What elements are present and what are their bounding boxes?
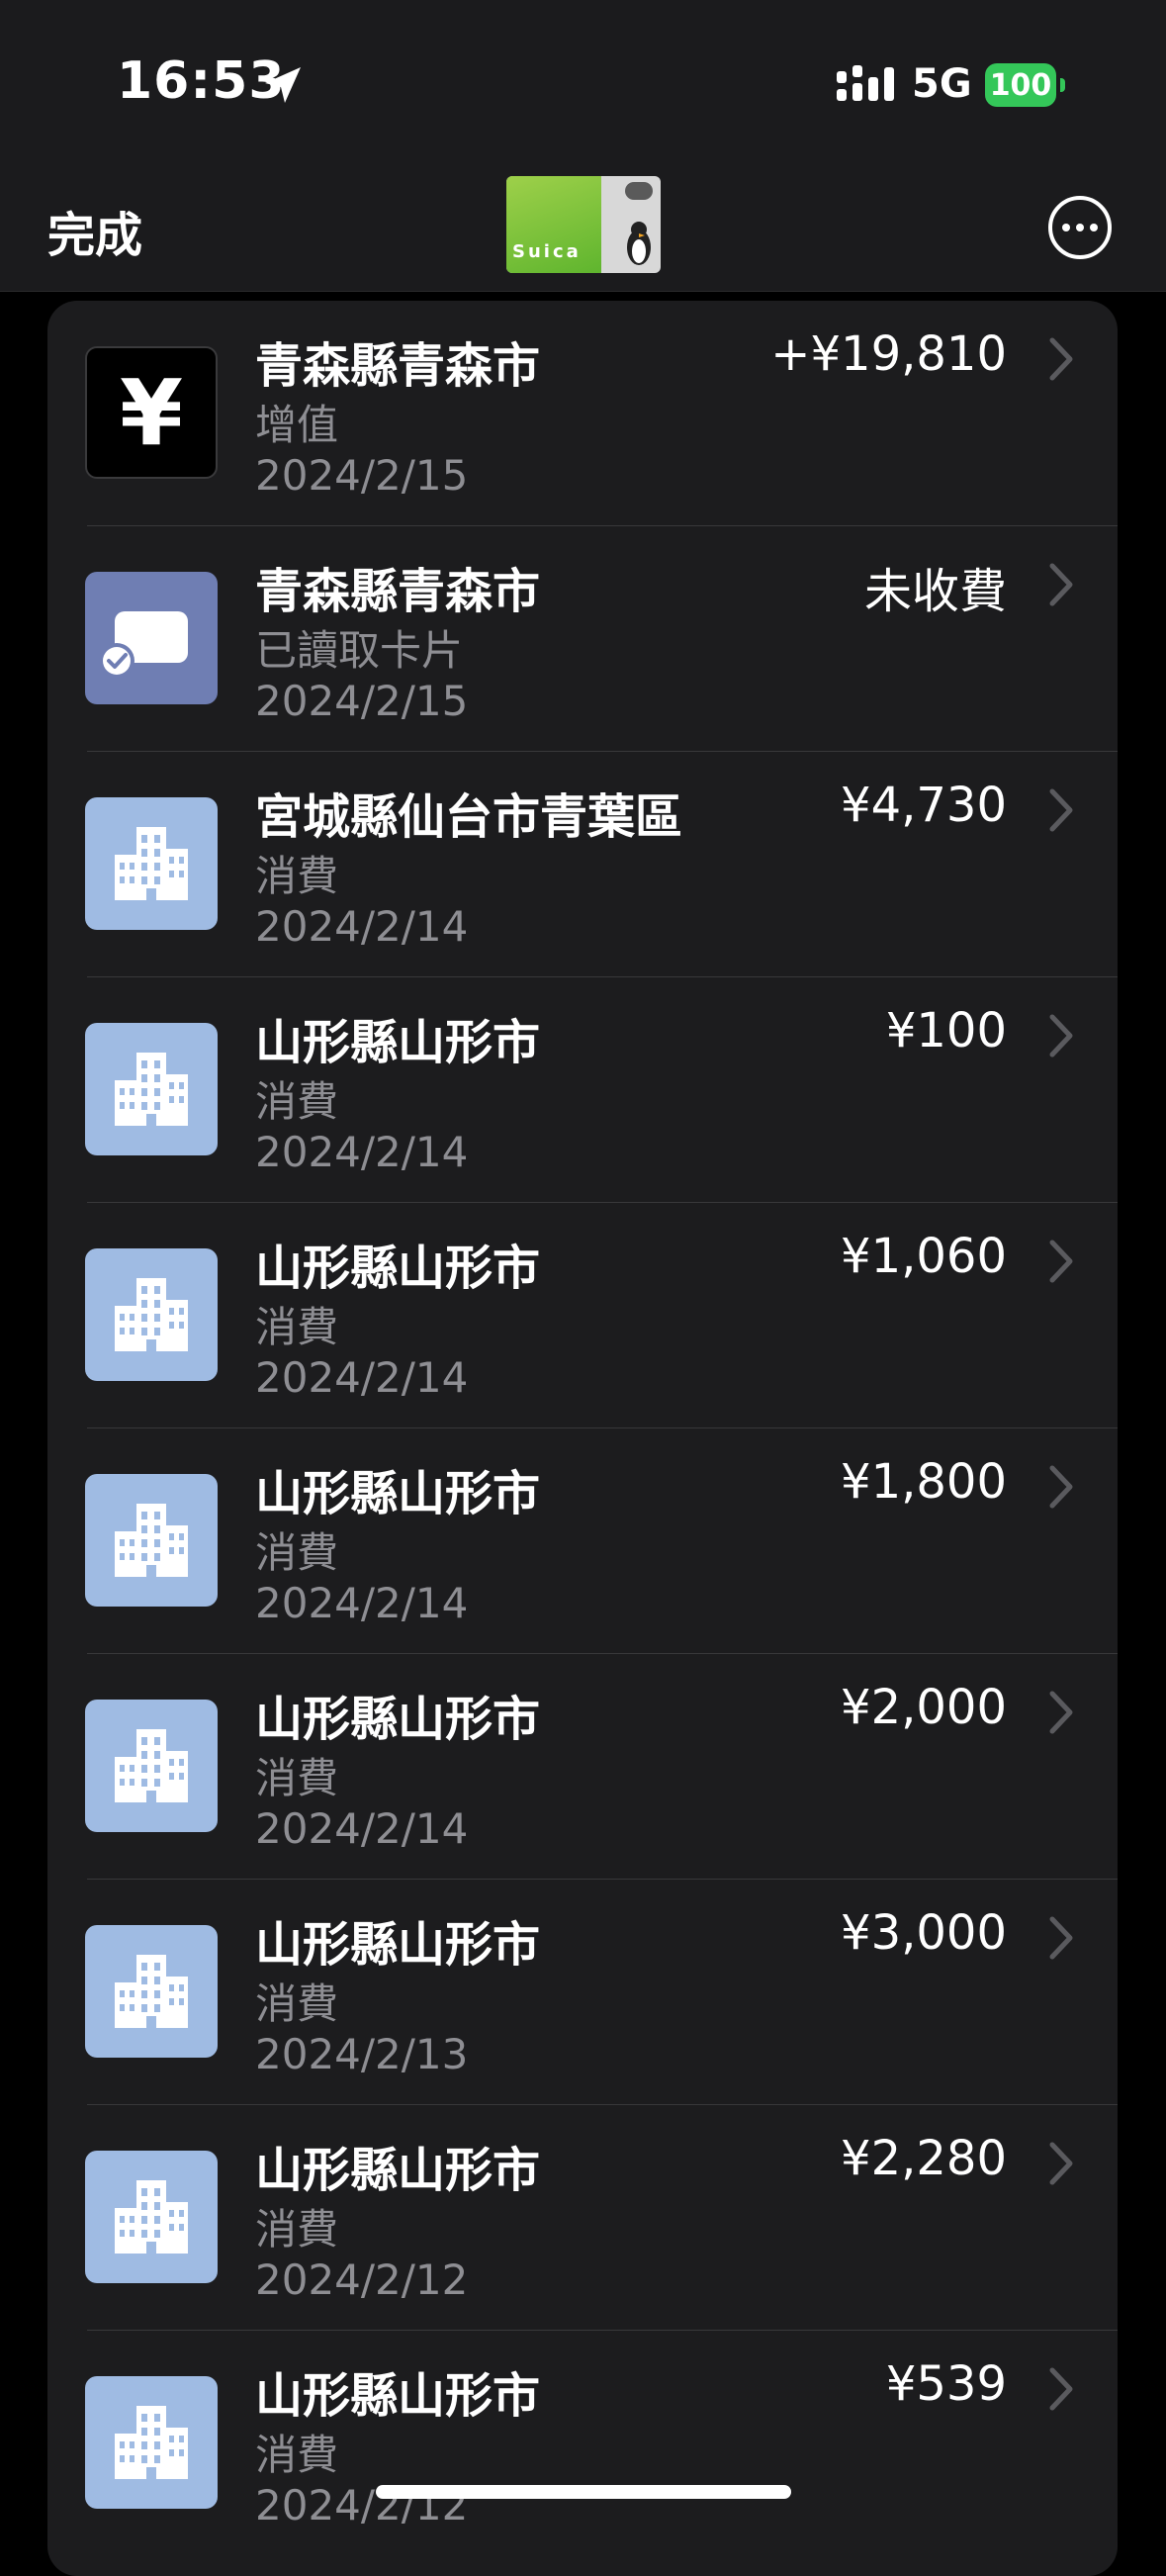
transaction-type: 已讀取卡片 bbox=[255, 626, 464, 675]
transaction-amount: ¥100 bbox=[885, 1003, 1007, 1058]
transaction-type: 消費 bbox=[255, 1754, 339, 1802]
transaction-type: 消費 bbox=[255, 2431, 339, 2479]
building-icon bbox=[85, 797, 218, 930]
transaction-type: 增值 bbox=[255, 401, 339, 449]
card-badge-icon bbox=[625, 182, 653, 200]
transaction-row[interactable]: 山形縣山形市 消費 2024/2/12 ¥539 bbox=[47, 2331, 1118, 2556]
building-icon bbox=[85, 1474, 218, 1607]
transaction-row[interactable]: 宮城縣仙台市青葉區消費 2024/2/14 ¥4,730 bbox=[47, 752, 1118, 977]
building-icon bbox=[85, 1023, 218, 1155]
transaction-date: 2024/2/14 bbox=[255, 1128, 469, 1176]
transaction-type: 消費 bbox=[255, 852, 339, 900]
transaction-row[interactable]: 山形縣山形市消費 2024/2/14 ¥2,000 bbox=[47, 1654, 1118, 1880]
transaction-row[interactable]: 青森縣青森市已讀取卡片 2024/2/15 未收費 bbox=[47, 526, 1118, 752]
transaction-amount: ¥4,730 bbox=[841, 778, 1007, 833]
transaction-location: 青森縣青森市 bbox=[255, 338, 541, 394]
building-icon bbox=[85, 1248, 218, 1381]
building-icon bbox=[85, 2151, 218, 2283]
transaction-type: 消費 bbox=[255, 1077, 339, 1126]
transaction-type: 消費 bbox=[255, 1528, 339, 1577]
transaction-location: 山形縣山形市 bbox=[255, 1466, 541, 1521]
chevron-right-icon bbox=[1049, 1916, 1073, 1960]
transaction-type: 消費 bbox=[255, 1303, 339, 1351]
transaction-location: 山形縣山形市 bbox=[255, 1241, 541, 1296]
transaction-type: 消費 bbox=[255, 2205, 339, 2254]
transaction-amount: ¥2,280 bbox=[841, 2131, 1007, 2186]
battery-icon: 100 bbox=[985, 63, 1065, 107]
network-type: 5G bbox=[912, 61, 972, 107]
chevron-right-icon bbox=[1049, 563, 1073, 606]
transaction-row[interactable]: 山形縣山形市消費 2024/2/12 ¥2,280 bbox=[47, 2105, 1118, 2331]
transaction-row[interactable]: 山形縣山形市消費 2024/2/14 ¥1,800 bbox=[47, 1428, 1118, 1654]
transaction-location: 山形縣山形市 bbox=[255, 1692, 541, 1747]
transaction-date: 2024/2/14 bbox=[255, 1353, 469, 1402]
building-icon bbox=[85, 1700, 218, 1832]
more-dot bbox=[1076, 224, 1084, 231]
transaction-row[interactable]: 山形縣山形市消費 2024/2/13 ¥3,000 bbox=[47, 1880, 1118, 2105]
transaction-location: 山形縣山形市 bbox=[255, 2368, 541, 2424]
home-indicator bbox=[376, 2485, 791, 2499]
chevron-right-icon bbox=[1049, 1014, 1073, 1058]
transaction-date: 2024/2/15 bbox=[255, 451, 469, 500]
transaction-date: 2024/2/14 bbox=[255, 1579, 469, 1627]
transaction-location: 山形縣山形市 bbox=[255, 1015, 541, 1070]
suica-card-thumbnail[interactable]: Suica bbox=[506, 176, 661, 273]
yen-icon: ¥ bbox=[85, 346, 218, 479]
card-read-icon bbox=[85, 572, 218, 704]
building-icon bbox=[85, 2376, 218, 2509]
transaction-amount: ¥539 bbox=[885, 2356, 1007, 2412]
transaction-row[interactable]: 山形縣山形市消費 2024/2/14 ¥1,060 bbox=[47, 1203, 1118, 1428]
chevron-right-icon bbox=[1049, 1691, 1073, 1734]
transaction-list: ¥ 青森縣青森市 增值 2024/2/15 +¥19,810 青森縣青森市 已讀取卡片 20… bbox=[47, 301, 1118, 2576]
chevron-right-icon bbox=[1049, 2142, 1073, 2185]
transaction-amount: +¥19,810 bbox=[770, 326, 1007, 382]
card-name: Suica bbox=[512, 241, 582, 262]
transaction-amount: ¥3,000 bbox=[841, 1905, 1007, 1961]
transaction-amount: 未收費 bbox=[863, 564, 1007, 619]
transaction-location: 山形縣山形市 bbox=[255, 2143, 541, 2198]
chevron-right-icon bbox=[1049, 1465, 1073, 1509]
chevron-right-icon bbox=[1049, 2367, 1073, 2411]
chevron-right-icon bbox=[1049, 1240, 1073, 1283]
transaction-amount: ¥1,060 bbox=[841, 1229, 1007, 1284]
transaction-amount: ¥2,000 bbox=[841, 1680, 1007, 1735]
battery-level: 100 bbox=[985, 63, 1056, 107]
transaction-location: 山形縣山形市 bbox=[255, 1917, 541, 1973]
status-time: 16:53 bbox=[117, 51, 286, 111]
transaction-date: 2024/2/15 bbox=[255, 677, 469, 725]
cellular-signal-icon bbox=[837, 65, 894, 101]
done-button[interactable]: 完成 bbox=[47, 196, 142, 265]
transaction-amount: ¥1,800 bbox=[841, 1454, 1007, 1510]
more-dot bbox=[1062, 224, 1070, 231]
transaction-date: 2024/2/13 bbox=[255, 2030, 469, 2078]
more-dot bbox=[1090, 224, 1098, 231]
transaction-date: 2024/2/14 bbox=[255, 902, 469, 951]
battery-cap bbox=[1060, 78, 1065, 92]
status-bar: 16:53 5G 100 bbox=[0, 0, 1166, 168]
transaction-date: 2024/2/12 bbox=[255, 2255, 469, 2304]
penguin-icon bbox=[627, 222, 651, 265]
transaction-row[interactable]: ¥ 青森縣青森市增值 2024/2/15 +¥19,810 bbox=[47, 301, 1118, 526]
chevron-right-icon bbox=[1049, 788, 1073, 832]
chevron-right-icon bbox=[1049, 337, 1073, 381]
transaction-location: 青森縣青森市 bbox=[255, 564, 541, 619]
building-icon bbox=[85, 1925, 218, 2058]
transaction-row[interactable]: 山形縣山形市消費 2024/2/14 ¥100 bbox=[47, 977, 1118, 1203]
transaction-location: 宮城縣仙台市青葉區 bbox=[255, 789, 683, 845]
transaction-type: 消費 bbox=[255, 1979, 339, 2028]
location-arrow-icon bbox=[265, 67, 301, 103]
transaction-date: 2024/2/14 bbox=[255, 1804, 469, 1853]
more-options-button[interactable] bbox=[1048, 196, 1112, 259]
